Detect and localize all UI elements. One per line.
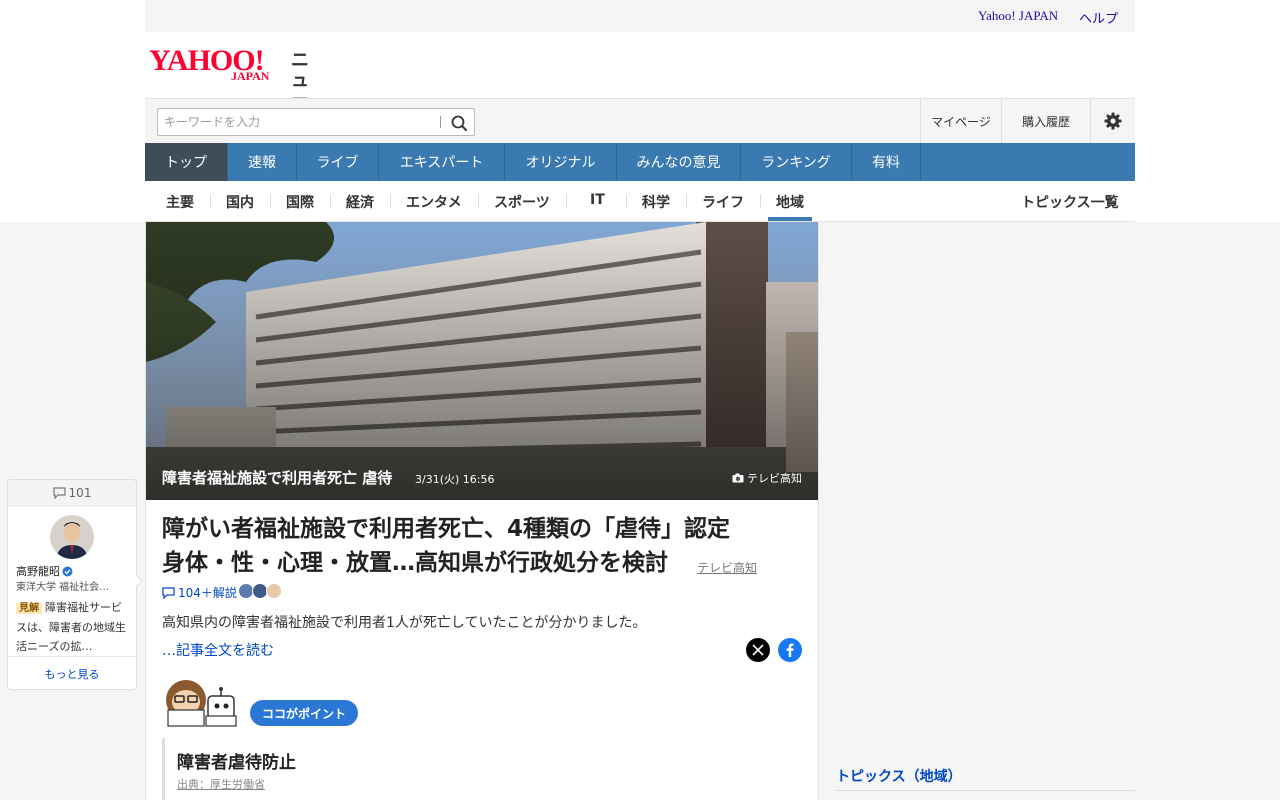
building-photo xyxy=(146,222,818,500)
avatar[interactable] xyxy=(50,515,94,559)
category-divider xyxy=(210,194,211,208)
category-divider xyxy=(330,194,331,208)
article-photo[interactable]: 障害者福祉施設で利用者死亡 虐待 3/31(火) 16:56 テレビ高知 xyxy=(146,222,818,500)
category-divider xyxy=(390,194,391,208)
expert-comment-count-value: 101 xyxy=(68,485,92,500)
topics-list-link[interactable]: トピックス一覧 xyxy=(1021,192,1119,212)
nav-paid[interactable]: 有料 xyxy=(852,143,921,181)
verified-icon xyxy=(62,566,73,576)
search-row: マイページ 購入履歴 xyxy=(145,98,1135,143)
headline-line-1: 障がい者福祉施設で利用者死亡、4種類の「虐待」認定 xyxy=(162,516,731,542)
category-it[interactable]: IT xyxy=(590,192,605,208)
camera-icon xyxy=(732,473,744,483)
see-more-link[interactable]: もっと見る xyxy=(8,656,136,690)
category-divider xyxy=(478,194,479,208)
search-input[interactable] xyxy=(158,109,438,135)
article-summary: 高知県内の障害者福祉施設で利用者1人が死亡していたことが分かりました。 xyxy=(162,615,647,631)
nav-live[interactable]: ライブ xyxy=(297,143,379,181)
nav-original[interactable]: オリジナル xyxy=(505,143,617,181)
photo-credit-text: テレビ高知 xyxy=(747,472,802,485)
expert-name[interactable]: 高野龍昭 xyxy=(16,563,73,579)
help-link[interactable]: ヘルプ xyxy=(1079,8,1118,27)
category-economy[interactable]: 経済 xyxy=(346,192,374,212)
category-world[interactable]: 国際 xyxy=(286,192,314,212)
point-badge: ココがポイント xyxy=(250,700,359,726)
expert-photo xyxy=(50,515,94,559)
expert-avatars xyxy=(238,583,282,599)
category-active-indicator xyxy=(768,217,812,221)
expert-role: 東洋大学 福祉社会… xyxy=(16,582,110,593)
photo-credit: テレビ高知 xyxy=(732,470,802,486)
logo-sub: JAPAN xyxy=(231,69,270,83)
share-facebook-button[interactable] xyxy=(778,638,802,662)
category-entertainment[interactable]: エンタメ xyxy=(406,192,462,212)
category-life[interactable]: ライフ xyxy=(702,192,744,212)
nav-opinions[interactable]: みんなの意見 xyxy=(617,143,741,181)
comment-icon xyxy=(162,586,175,599)
mascot-illustration xyxy=(166,680,237,727)
photo-caption: 障害者福祉施設で利用者死亡 虐待 xyxy=(162,469,393,487)
expert-name-text: 高野龍昭 xyxy=(16,565,60,578)
category-domestic[interactable]: 国内 xyxy=(226,192,254,212)
expert-opinion[interactable]: 見解 障害福祉サービスは、障害者の地域生活ニーズの拡… xyxy=(16,598,130,656)
utility-bar: Yahoo! JAPAN ヘルプ xyxy=(145,0,1135,32)
search-box xyxy=(157,108,475,136)
point-box: 障害者虐待防止 出典：厚生労働省 xyxy=(162,738,802,800)
x-icon xyxy=(752,644,764,656)
expert-avatar xyxy=(266,583,282,599)
comments-count: 104＋解説 xyxy=(178,586,237,600)
category-science[interactable]: 科学 xyxy=(642,192,670,212)
search-separator xyxy=(440,116,441,128)
nav-flash[interactable]: 速報 xyxy=(228,143,297,181)
facebook-icon xyxy=(786,643,794,657)
category-divider xyxy=(686,194,687,208)
nav-ranking[interactable]: ランキング xyxy=(741,143,852,181)
category-sports[interactable]: スポーツ xyxy=(494,192,550,212)
search-button[interactable] xyxy=(448,112,470,134)
category-divider xyxy=(566,194,567,208)
logo-row: YAHOO! JAPAN ニュース xyxy=(145,32,1135,131)
opinion-tag: 見解 xyxy=(16,603,42,614)
search-icon xyxy=(451,115,467,131)
nav-top[interactable]: トップ xyxy=(145,143,228,181)
local-topics-heading: トピックス（地域） xyxy=(836,769,962,785)
article-card: 障害者福祉施設で利用者死亡 虐待 3/31(火) 16:56 テレビ高知 障がい… xyxy=(145,222,819,800)
category-divider xyxy=(626,194,627,208)
point-title: 障害者虐待防止 xyxy=(177,753,296,773)
share-x-button[interactable] xyxy=(746,638,770,662)
article-source-link[interactable]: テレビ高知 xyxy=(697,559,757,576)
settings-button[interactable] xyxy=(1090,99,1135,143)
category-divider xyxy=(270,194,271,208)
category-main[interactable]: 主要 xyxy=(166,192,194,212)
point-source-link[interactable]: 出典：厚生労働省 xyxy=(177,776,265,792)
expert-comment-count[interactable]: 101 xyxy=(8,480,136,506)
mypage-button[interactable]: マイページ xyxy=(920,99,1001,143)
gear-icon xyxy=(1104,112,1122,130)
read-full-article-link[interactable]: …記事全文を読む xyxy=(162,640,274,660)
topics-divider xyxy=(836,790,1135,791)
yahoo-japan-link[interactable]: Yahoo! JAPAN xyxy=(978,8,1058,24)
purchase-history-button[interactable]: 購入履歴 xyxy=(1001,99,1090,143)
category-local[interactable]: 地域 xyxy=(776,192,804,212)
main-nav: トップ 速報 ライブ エキスパート オリジナル みんなの意見 ランキング 有料 xyxy=(145,143,1135,181)
category-divider xyxy=(760,194,761,208)
nav-expert[interactable]: エキスパート xyxy=(379,143,505,181)
category-nav: 主要 国内 国際 経済 エンタメ スポーツ IT 科学 ライフ 地域 トピックス… xyxy=(145,181,1135,222)
header-tools: マイページ 購入履歴 xyxy=(920,99,1135,143)
photo-date: 3/31(火) 16:56 xyxy=(415,473,495,486)
comments-link[interactable]: 104＋解説 xyxy=(162,584,237,601)
expert-comment-card: 101 高野龍昭 東洋大学 福祉社会… 見解 障害福祉サービスは、障害者の地域生活… xyxy=(7,479,137,690)
comment-icon xyxy=(52,486,66,499)
